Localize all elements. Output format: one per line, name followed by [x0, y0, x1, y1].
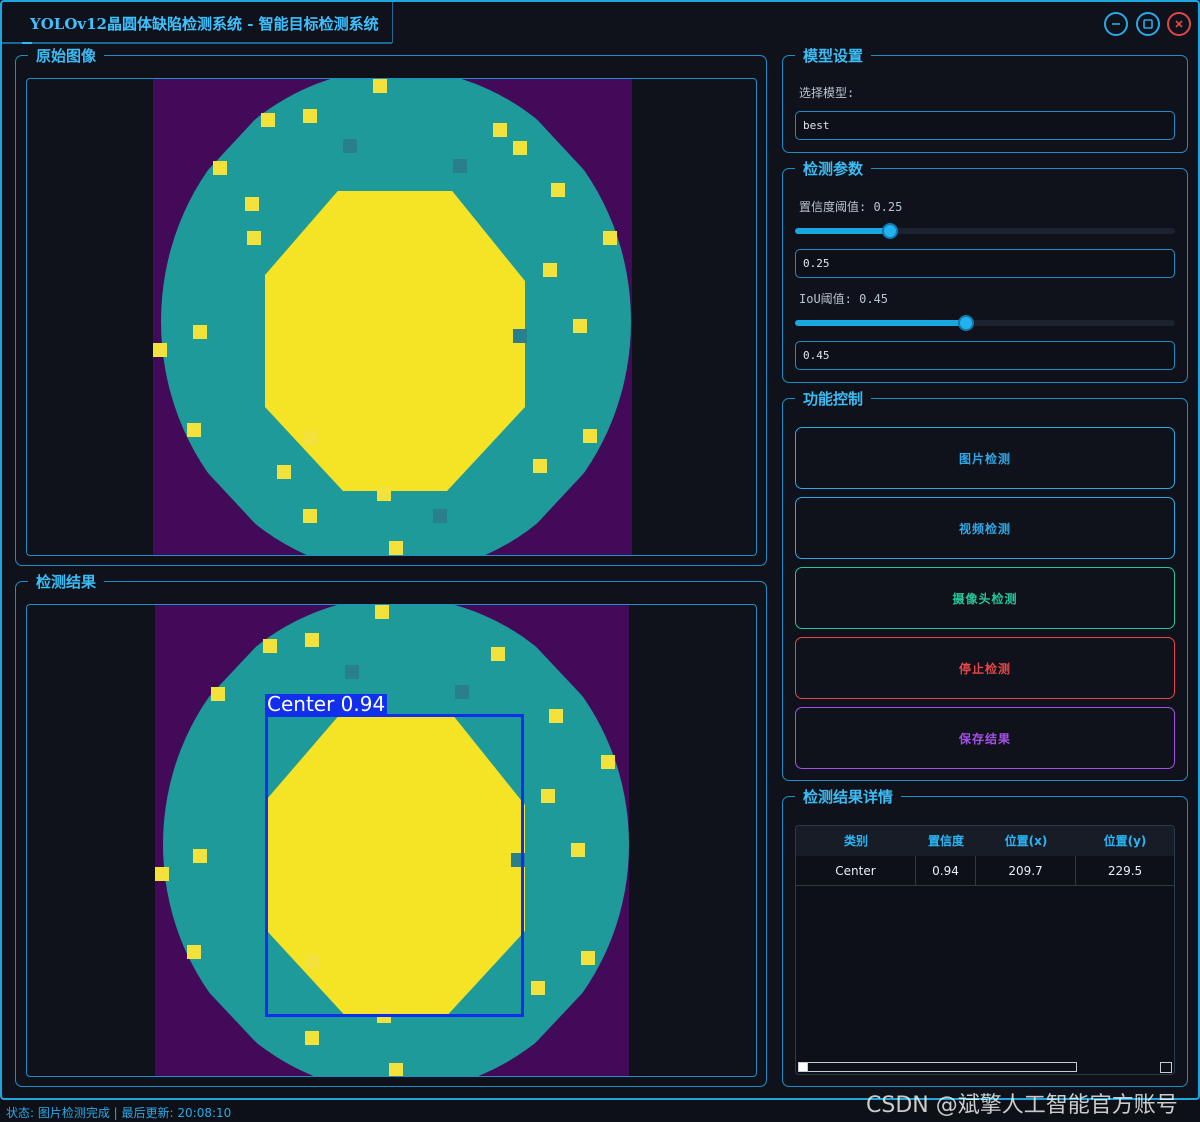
- model-select-label: 选择模型:: [799, 86, 855, 100]
- confidence-label: 置信度阈值: 0.25: [799, 200, 903, 214]
- table-row[interactable]: Center 0.94 209.7 229.5: [796, 856, 1174, 886]
- confidence-slider-handle[interactable]: [882, 223, 898, 239]
- column-header-confidence[interactable]: 置信度: [916, 826, 976, 856]
- model-settings-title: 模型设置: [795, 45, 872, 66]
- results-detail-title: 检测结果详情: [795, 786, 902, 807]
- model-select[interactable]: best: [795, 111, 1175, 140]
- minimize-icon: [1112, 23, 1120, 25]
- result-image-frame: Center 0.94: [26, 604, 757, 1077]
- stop-detect-button[interactable]: 停止检测: [795, 637, 1175, 699]
- cell-confidence: 0.94: [916, 856, 976, 886]
- cell-class: Center: [796, 856, 916, 886]
- title-bar[interactable]: YOLOv12晶圆体缺陷检测系统 - 智能目标检测系统: [2, 2, 1198, 44]
- cell-x: 209.7: [976, 856, 1076, 886]
- title-underline: [2, 2, 393, 44]
- iou-slider-handle[interactable]: [958, 315, 974, 331]
- image-detect-button[interactable]: 图片检测: [795, 427, 1175, 489]
- video-detect-button[interactable]: 视频检测: [795, 497, 1175, 559]
- minimize-button[interactable]: [1104, 12, 1128, 36]
- detection-label: Center 0.94: [265, 692, 388, 716]
- close-button[interactable]: [1167, 12, 1191, 36]
- iou-label: IoU阈值: 0.45: [799, 292, 889, 306]
- column-header-x[interactable]: 位置(x): [976, 826, 1076, 856]
- original-image-frame: [26, 78, 757, 556]
- detection-bounding-box: [265, 714, 524, 1017]
- detection-result-title: 检测结果: [28, 571, 105, 592]
- main-window: YOLOv12晶圆体缺陷检测系统 - 智能目标检测系统 原始图像 检测结果 Ce…: [0, 0, 1200, 1100]
- original-image-group: 原始图像: [15, 45, 767, 566]
- title-accent: [22, 42, 32, 44]
- maximize-button[interactable]: [1136, 12, 1160, 36]
- original-wafer-image: [153, 79, 632, 555]
- scroll-left-arrow[interactable]: [798, 1062, 808, 1072]
- confidence-slider[interactable]: [795, 223, 1175, 239]
- detection-params-title: 检测参数: [795, 158, 872, 179]
- confidence-input[interactable]: 0.25: [795, 249, 1175, 278]
- column-header-class[interactable]: 类别: [796, 826, 916, 856]
- confidence-slider-fill: [795, 228, 890, 234]
- cell-y: 229.5: [1107, 864, 1143, 878]
- maximize-icon: [1143, 19, 1153, 29]
- detection-result-group: 检测结果 Center 0.94: [15, 571, 767, 1087]
- original-image-title: 原始图像: [28, 45, 105, 66]
- scrollbar-thumb[interactable]: [798, 1062, 1077, 1072]
- status-text: 状态: 图片检测完成 | 最后更新: 20:08:10: [6, 1106, 232, 1120]
- iou-input[interactable]: 0.45: [795, 341, 1175, 370]
- window-title: YOLOv12晶圆体缺陷检测系统 - 智能目标检测系统: [30, 15, 379, 33]
- table-header: 类别 置信度 位置(x) 位置(y): [796, 826, 1174, 856]
- camera-detect-button[interactable]: 摄像头检测: [795, 567, 1175, 629]
- close-icon: [1175, 20, 1183, 28]
- iou-slider[interactable]: [795, 315, 1175, 331]
- iou-slider-fill: [795, 320, 966, 326]
- column-header-y[interactable]: 位置(y): [1076, 826, 1174, 856]
- results-table[interactable]: 类别 置信度 位置(x) 位置(y) Center 0.94 209.7 229…: [795, 825, 1175, 1075]
- save-results-button[interactable]: 保存结果: [795, 707, 1175, 769]
- function-control-title: 功能控制: [795, 388, 872, 409]
- watermark: CSDN @斌擎人工智能官方账号: [866, 1093, 1178, 1118]
- scroll-right-arrow[interactable]: [1160, 1062, 1172, 1073]
- table-horizontal-scrollbar[interactable]: [796, 1060, 1174, 1074]
